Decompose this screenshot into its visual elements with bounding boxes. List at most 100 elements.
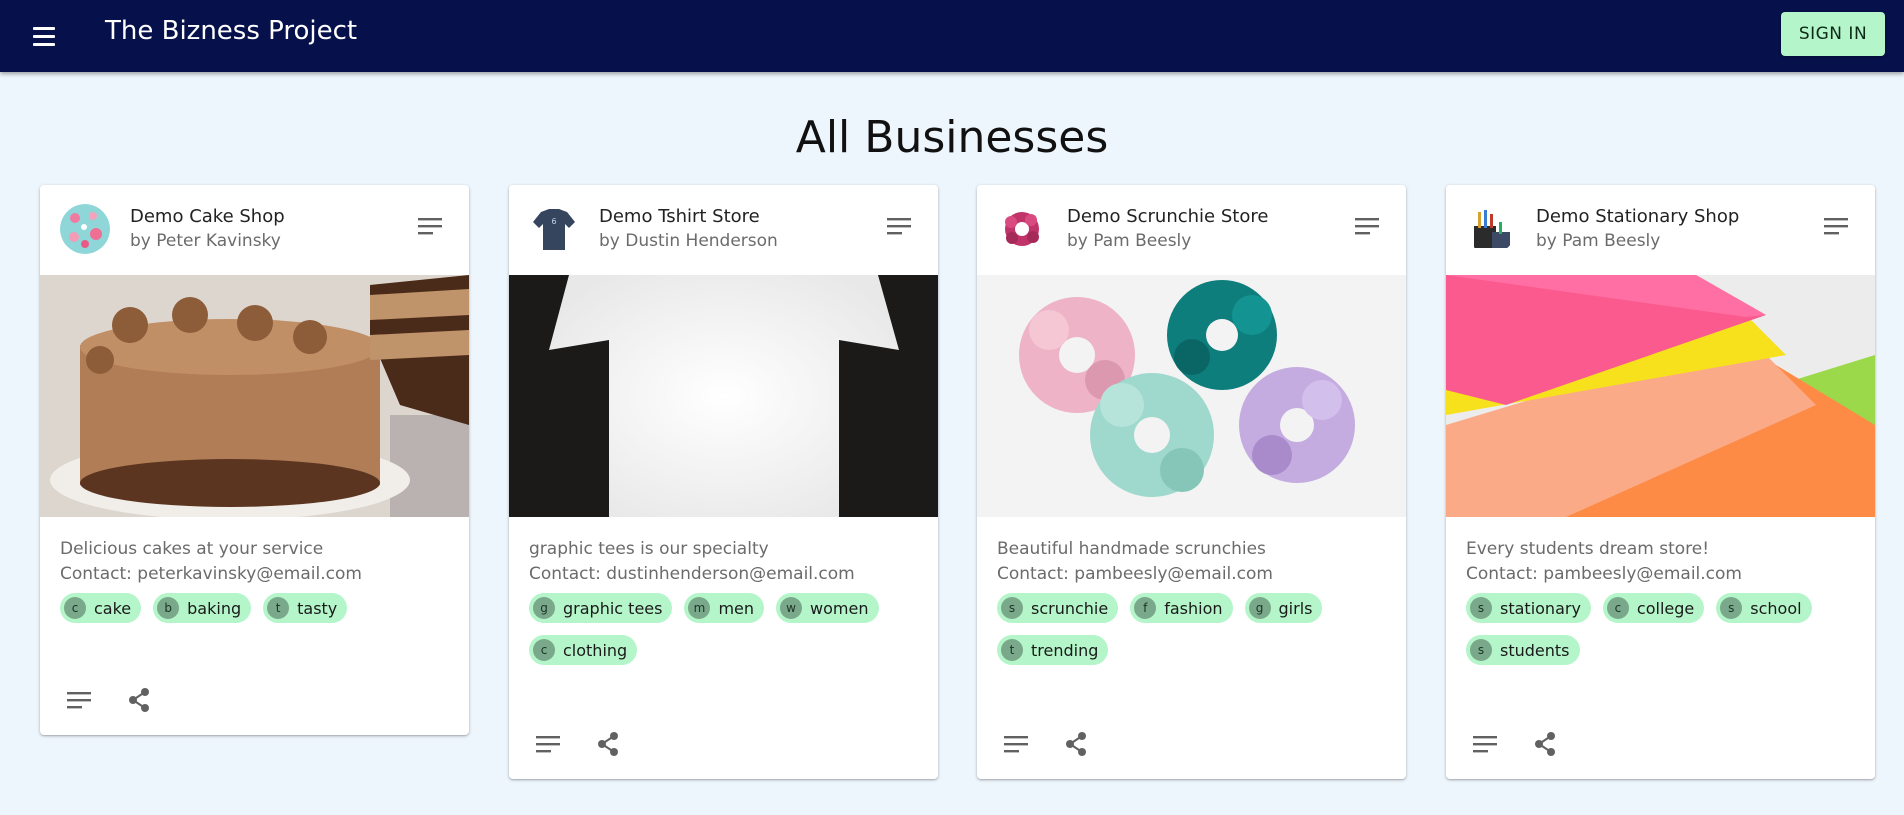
tag-avatar: f <box>1134 597 1157 619</box>
business-image-tshirt <box>509 275 938 517</box>
tag-avatar: b <box>157 597 180 619</box>
notes-icon[interactable] <box>886 215 912 237</box>
share-icon[interactable] <box>1530 729 1560 759</box>
business-description: Delicious cakes at your service <box>60 539 324 559</box>
share-icon[interactable] <box>124 685 154 715</box>
page-heading: All Businesses <box>795 112 1109 163</box>
tag-chip[interactable]: m men <box>684 593 765 623</box>
sign-in-button[interactable]: SIGN IN <box>1781 12 1885 56</box>
business-avatar <box>60 204 110 254</box>
business-name: Demo Scrunchie Store <box>1067 206 1269 227</box>
business-card-tshirt: 6 Demo Tshirt Store by Dustin Henderson … <box>509 185 938 779</box>
tag-chip[interactable]: s students <box>1466 635 1580 665</box>
tag-chip[interactable]: t trending <box>997 635 1109 665</box>
notes-icon[interactable] <box>533 729 563 759</box>
tag-chip[interactable]: g girls <box>1244 593 1323 623</box>
card-header: Demo Scrunchie Store by Pam Beesly <box>977 185 1406 275</box>
tag-chip[interactable]: f fashion <box>1130 593 1233 623</box>
hamburger-menu-icon[interactable] <box>26 18 62 54</box>
app-title: The Bizness Project <box>105 16 358 46</box>
tag-label: scrunchie <box>1031 598 1109 618</box>
business-image-cake <box>40 275 469 517</box>
notes-icon[interactable] <box>1354 215 1380 237</box>
business-contact: Contact: pambeesly@email.com <box>1466 564 1742 584</box>
tag-chip[interactable]: c cake <box>60 593 142 623</box>
notes-icon[interactable] <box>1823 215 1849 237</box>
tag-avatar: c <box>1606 597 1629 619</box>
tag-avatar: s <box>1720 597 1743 619</box>
tag-chip[interactable]: t tasty <box>263 593 348 623</box>
card-header: 6 Demo Tshirt Store by Dustin Henderson <box>509 185 938 275</box>
tag-chip[interactable]: c clothing <box>529 635 638 665</box>
business-card-cake: Demo Cake Shop by Peter Kavinsky Delicio… <box>40 185 469 735</box>
share-icon[interactable] <box>1061 729 1091 759</box>
business-owner: by Pam Beesly <box>1067 231 1192 251</box>
app-bar: The Bizness Project SIGN IN <box>0 0 1904 72</box>
notes-icon[interactable] <box>1470 729 1500 759</box>
business-description: Every students dream store! <box>1466 539 1710 559</box>
tag-chip[interactable]: b baking <box>153 593 252 623</box>
card-actions <box>1446 711 1875 779</box>
business-name: Demo Cake Shop <box>130 206 285 227</box>
business-avatar <box>997 204 1047 254</box>
business-image-stationary <box>1446 275 1875 517</box>
tag-label: college <box>1636 598 1695 618</box>
business-description: graphic tees is our specialty <box>529 539 769 559</box>
tag-avatar: m <box>688 597 711 619</box>
tag-avatar: c <box>533 639 555 661</box>
card-header: Demo Cake Shop by Peter Kavinsky <box>40 185 469 275</box>
tag-label: baking <box>187 598 242 618</box>
card-actions <box>40 667 469 735</box>
tag-chip[interactable]: g graphic tees <box>529 593 673 623</box>
tag-list: g graphic tees m men w women c clothing <box>529 593 918 665</box>
tag-avatar: t <box>267 597 290 619</box>
tag-label: cake <box>94 598 132 618</box>
tag-list: c cake b baking t tasty <box>60 593 449 623</box>
tag-label: students <box>1500 640 1570 660</box>
business-name: Demo Stationary Shop <box>1536 206 1740 227</box>
card-actions <box>509 711 938 779</box>
business-card-scrunchie: Demo Scrunchie Store by Pam Beesly Beaut… <box>977 185 1406 779</box>
business-description: Beautiful handmade scrunchies <box>997 539 1266 559</box>
tag-chip[interactable]: w women <box>776 593 879 623</box>
business-image-scrunchie <box>977 275 1406 517</box>
notes-icon[interactable] <box>417 215 443 237</box>
tag-chip[interactable]: s school <box>1716 593 1812 623</box>
tag-label: women <box>810 598 869 618</box>
business-owner: by Dustin Henderson <box>599 231 778 251</box>
business-owner: by Peter Kavinsky <box>130 231 281 251</box>
share-icon[interactable] <box>593 729 623 759</box>
tag-list: s stationary c college s school s students <box>1466 593 1855 665</box>
notes-icon[interactable] <box>1001 729 1031 759</box>
business-contact: Contact: dustinhenderson@email.com <box>529 564 855 584</box>
business-avatar <box>1466 204 1516 254</box>
tag-avatar: s <box>1001 597 1023 619</box>
tag-avatar: g <box>1248 597 1271 619</box>
tag-avatar: t <box>1001 639 1023 661</box>
tag-label: trending <box>1031 640 1099 660</box>
tag-label: fashion <box>1164 598 1223 618</box>
svg-text:6: 6 <box>551 217 556 226</box>
card-header: Demo Stationary Shop by Pam Beesly <box>1446 185 1875 275</box>
business-contact: Contact: pambeesly@email.com <box>997 564 1273 584</box>
tag-chip[interactable]: c college <box>1602 593 1705 623</box>
business-avatar: 6 <box>529 204 579 254</box>
notes-icon[interactable] <box>64 685 94 715</box>
tag-label: school <box>1750 598 1802 618</box>
card-actions <box>977 711 1406 779</box>
tag-list: s scrunchie f fashion g girls t trending <box>997 593 1386 665</box>
business-card-stationary: Demo Stationary Shop by Pam Beesly Every… <box>1446 185 1875 779</box>
tag-label: girls <box>1278 598 1313 618</box>
tag-avatar: s <box>1470 597 1492 619</box>
tag-chip[interactable]: s stationary <box>1466 593 1591 623</box>
tag-label: clothing <box>563 640 628 660</box>
business-name: Demo Tshirt Store <box>599 206 760 227</box>
tag-avatar: c <box>64 597 86 619</box>
tag-avatar: s <box>1470 639 1492 661</box>
tag-label: men <box>718 598 755 618</box>
business-contact: Contact: peterkavinsky@email.com <box>60 564 362 584</box>
tag-avatar: g <box>533 597 555 619</box>
tag-avatar: w <box>780 597 803 619</box>
tag-chip[interactable]: s scrunchie <box>997 593 1119 623</box>
tag-label: stationary <box>1500 598 1581 618</box>
